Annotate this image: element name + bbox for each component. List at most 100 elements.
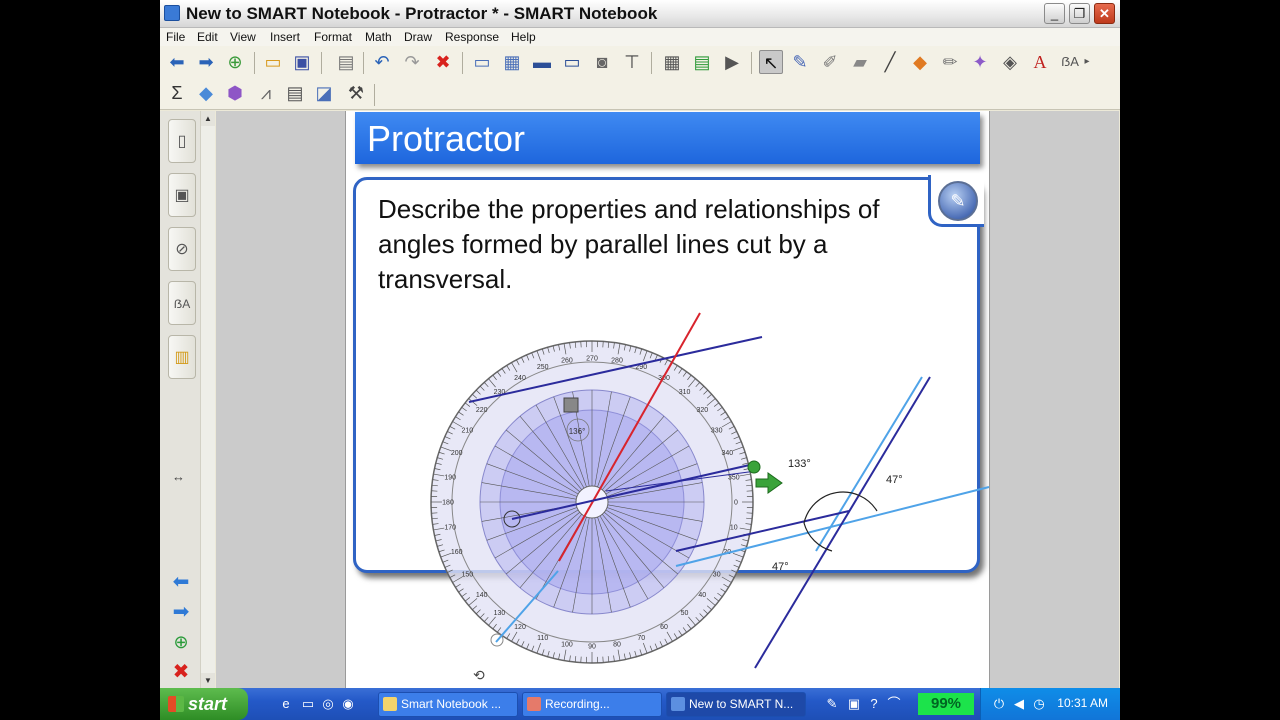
geometry-icon[interactable]: ⬢ <box>223 81 247 105</box>
table-icon[interactable]: ▦ <box>660 50 684 74</box>
toolbar-more-icon[interactable]: ▸ <box>1082 50 1092 74</box>
add-page-icon[interactable]: ⊕ <box>223 50 247 74</box>
menu-help[interactable]: Help <box>511 30 536 44</box>
back-arrow-icon[interactable]: ⬅ <box>165 50 189 74</box>
camera-icon[interactable]: ◙ <box>590 50 614 74</box>
display-icon[interactable]: ▭ <box>560 50 584 74</box>
tray-help-icon[interactable]: ? <box>866 696 882 712</box>
windows-flag-icon <box>168 696 184 712</box>
pen-icon[interactable]: ✎ <box>788 50 812 74</box>
task-smart-notebook-folder[interactable]: Smart Notebook ... <box>378 692 518 717</box>
start-button[interactable]: start <box>160 688 248 720</box>
save-icon[interactable]: ▣ <box>290 50 314 74</box>
media-icon[interactable]: ▶ <box>720 50 744 74</box>
angle-label-upper-right: 47° <box>886 474 903 486</box>
quicklaunch-globe-icon[interactable]: ◉ <box>340 696 356 712</box>
protractor-tick-label: 120 <box>514 624 526 631</box>
sigma-icon[interactable]: Σ <box>165 81 189 105</box>
resize-handle-icon[interactable]: ↔ <box>172 469 185 484</box>
tray-tool3-icon[interactable]: ⌒ <box>886 696 902 712</box>
scroll-up-icon[interactable]: ▲ <box>201 111 215 126</box>
graph-icon[interactable]: ◪ <box>312 81 336 105</box>
menu-response[interactable]: Response <box>445 30 499 44</box>
protractor-rotate-handle[interactable] <box>747 460 761 474</box>
delete-icon[interactable]: ✖ <box>431 50 455 74</box>
compass-icon[interactable]: ⩘ <box>254 81 278 105</box>
tray-tool-icon[interactable]: ✎ <box>824 696 840 712</box>
screen-shade-icon[interactable]: ▭ <box>470 50 494 74</box>
gallery-tab[interactable]: ▣ <box>168 173 196 217</box>
fill-icon[interactable]: ◈ <box>998 50 1022 74</box>
undo-icon[interactable]: ↶ <box>370 50 394 74</box>
dual-page-icon[interactable]: ▬ <box>530 50 554 74</box>
page-sorter-tab[interactable]: ▯ <box>168 119 196 163</box>
add-ons-tab[interactable]: ▥ <box>168 335 196 379</box>
toolbar: ⬅ ➡ ⊕ ▭ ▣ ▤ ↶ ↷ ✖ ▭ ▦ ▬ ▭ ◙ ⊤ ▦ ▤ ▶ ↖ ✎ … <box>160 46 1120 110</box>
menu-view[interactable]: View <box>230 30 256 44</box>
full-screen-icon[interactable]: ▦ <box>500 50 524 74</box>
menu-edit[interactable]: Edit <box>197 30 218 44</box>
redo-icon[interactable]: ↷ <box>400 50 424 74</box>
line-icon[interactable]: ╱ <box>878 50 902 74</box>
workspace: Protractor Describe the properties and r… <box>216 111 1119 688</box>
menu-draw[interactable]: Draw <box>404 30 432 44</box>
quicklaunch-app-icon[interactable]: ◎ <box>320 696 336 712</box>
select-pointer-icon[interactable]: ↖ <box>759 50 783 74</box>
system-tray: ⏻ ◀ ◷ 10:31 AM <box>980 688 1120 720</box>
show-desktop-icon[interactable]: ▭ <box>300 696 316 712</box>
minimize-button[interactable]: _ <box>1044 3 1065 24</box>
tray-arrow-icon[interactable]: ◀ <box>1011 696 1027 712</box>
next-page-icon[interactable]: ➡ <box>168 599 194 625</box>
shape-3d-icon[interactable]: ◆ <box>194 81 218 105</box>
menu-format[interactable]: Format <box>314 30 352 44</box>
protractor-tick-label: 170 <box>444 525 456 532</box>
tray-tool2-icon[interactable]: ▣ <box>846 696 862 712</box>
add-table-icon[interactable]: ▤ <box>690 50 714 74</box>
previous-page-icon[interactable]: ⬅ <box>168 569 194 595</box>
window-title: New to SMART Notebook - Protractor * - S… <box>186 4 658 23</box>
magic-pen-icon[interactable]: ✦ <box>968 50 992 74</box>
light-transversal-upper[interactable] <box>815 376 923 552</box>
menu-file[interactable]: File <box>166 30 185 44</box>
scroll-down-icon[interactable]: ▼ <box>201 673 215 688</box>
protractor-next-arrow-icon[interactable] <box>755 472 783 494</box>
task-new-to-smart-notebook[interactable]: New to SMART N... <box>666 692 806 717</box>
task-recording[interactable]: Recording... <box>522 692 662 717</box>
dark-transversal-line[interactable] <box>754 376 931 669</box>
protractor-tick-label: 50 <box>681 610 689 617</box>
ie-icon[interactable]: e <box>278 696 294 712</box>
add-page-side-icon[interactable]: ⊕ <box>168 629 194 655</box>
shape-pen-icon[interactable]: ✏ <box>938 50 962 74</box>
protractor-tick-label: 160 <box>451 549 463 556</box>
shapes-icon[interactable]: ◆ <box>908 50 932 74</box>
forward-arrow-icon[interactable]: ➡ <box>194 50 218 74</box>
task-label: New to SMART N... <box>689 697 794 711</box>
tray-clock-icon[interactable]: ◷ <box>1031 696 1047 712</box>
document-camera-icon[interactable]: ⊤ <box>620 50 644 74</box>
folder-icon <box>383 697 397 711</box>
power-plug-icon[interactable]: ⏻ <box>991 696 1007 712</box>
eraser-icon[interactable]: ▰ <box>848 50 872 74</box>
properties-tab[interactable]: ẞA <box>168 281 196 325</box>
open-folder-icon[interactable]: ▭ <box>261 50 285 74</box>
table-tool-icon[interactable]: ▤ <box>283 81 307 105</box>
protractor-tick-label: 90 <box>588 644 596 651</box>
protractor-tick-label: 70 <box>637 635 645 642</box>
close-button[interactable]: ✕ <box>1094 3 1115 24</box>
measure-tool-icon[interactable]: ⚒ <box>344 81 368 105</box>
maximize-button[interactable]: ❐ <box>1069 3 1090 24</box>
menu-insert[interactable]: Insert <box>270 30 300 44</box>
properties-icon[interactable]: ẞA <box>1058 50 1082 74</box>
protractor-tick-label: 30 <box>713 572 721 579</box>
paste-icon[interactable]: ▤ <box>334 50 358 74</box>
notebook-page[interactable]: Protractor Describe the properties and r… <box>345 111 990 688</box>
side-bar-scrollbar[interactable]: ▲ ▼ <box>200 111 215 688</box>
menu-bar: File Edit View Insert Format Math Draw R… <box>160 28 1120 46</box>
attachments-tab[interactable]: ⊘ <box>168 227 196 271</box>
creative-pen-icon[interactable]: ✐ <box>818 50 842 74</box>
delete-page-icon[interactable]: ✖ <box>168 659 194 685</box>
menu-math[interactable]: Math <box>365 30 392 44</box>
side-bar: ▯ ▣ ⊘ ẞA ▥ ↔ ⬅ ➡ ⊕ ✖ ▲ ▼ <box>160 111 215 688</box>
protractor-tick-label: 60 <box>660 624 668 631</box>
text-icon[interactable]: A <box>1028 50 1052 74</box>
